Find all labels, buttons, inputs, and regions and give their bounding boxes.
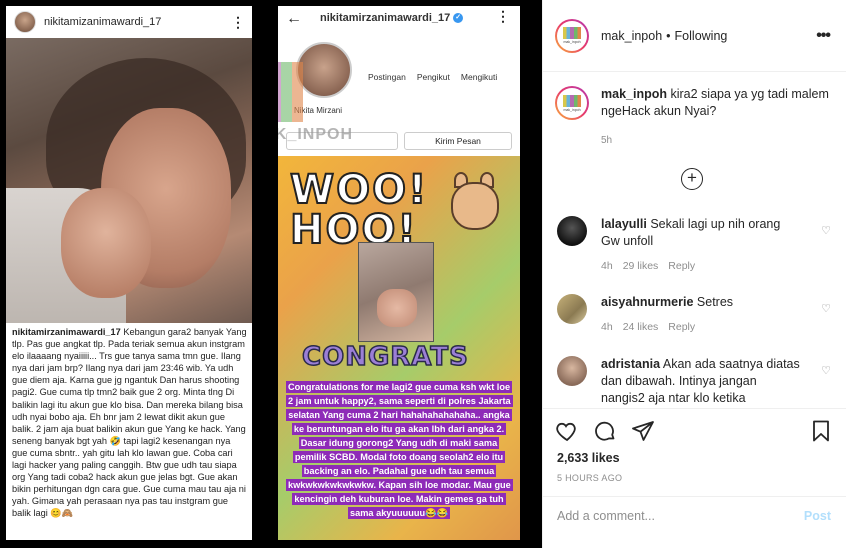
reply-button[interactable]: Reply	[668, 321, 695, 333]
load-more-comments-icon[interactable]: +	[681, 168, 703, 190]
add-comment-bar: Post	[543, 496, 846, 540]
comment-avatar[interactable]	[557, 356, 587, 386]
comment-likes[interactable]: 24 likes	[623, 321, 659, 333]
logo-icon	[563, 94, 581, 107]
story-text: Congratulations for me lagi2 gue cuma ks…	[286, 381, 513, 519]
post-header: mak_inpoh mak_inpoh • Following •••	[543, 0, 846, 72]
watermark-text: MAK_INPOH	[278, 126, 354, 143]
like-comment-heart-icon[interactable]: ♡	[821, 224, 831, 237]
profile-header: ← nikitamirzanimawardi_17 ✓ ⋮ Nikita Mirz…	[278, 6, 520, 156]
story-caption: nikitamirzanimawardi_17 Kebangun gara2 b…	[12, 326, 248, 520]
post-media[interactable]: nikitamizanimawardi_17 ⋮ nikitamirzanima…	[0, 0, 542, 548]
back-arrow-icon: ←	[286, 10, 302, 27]
more-options-icon: ⋮	[231, 13, 245, 30]
comment-age: 4h	[601, 260, 613, 272]
comment-likes[interactable]: 29 likes	[623, 260, 659, 272]
more-options-icon: ⋮	[496, 8, 510, 24]
comment-text: Setres	[696, 295, 734, 309]
reply-button[interactable]: Reply	[668, 260, 695, 272]
dog-sticker	[446, 168, 506, 238]
avatar	[14, 11, 36, 33]
comments-list[interactable]: lalayulli Sekali lagi up nih orang Gw un…	[543, 208, 846, 408]
comment-item: lalayulli Sekali lagi up nih orang Gw un…	[557, 216, 837, 275]
profile-avatar	[296, 42, 352, 98]
verified-badge-icon: ✓	[453, 13, 464, 24]
account-username[interactable]: mak_inpoh	[601, 29, 662, 43]
stat-following: Mengikuti	[460, 72, 498, 82]
caption-avatar[interactable]: mak_inpoh	[555, 86, 589, 120]
account-avatar[interactable]: mak_inpoh	[555, 18, 589, 53]
post-actions: 2,633 likes 5 HOURS AGO	[543, 408, 846, 504]
comments-panel: mak_inpoh mak_inpoh • Following ••• mak_in…	[542, 0, 846, 548]
like-heart-icon[interactable]	[555, 419, 579, 443]
comment-item: aisyahnurmerie Setres 4h 24 likes Reply ♡	[557, 294, 837, 336]
story-graphic: WOO! HOO! CONGRATS Congratulations for m…	[278, 156, 520, 540]
header-user: mak_inpoh • Following	[601, 28, 728, 43]
selfie-photo	[6, 38, 252, 323]
instagram-post-page: nikitamizanimawardi_17 ⋮ nikitamirzanima…	[0, 0, 846, 548]
comment-age: 4h	[601, 321, 613, 333]
comment-username[interactable]: aisyahnurmerie	[601, 295, 693, 309]
likes-count[interactable]: 2,633 likes	[557, 451, 620, 465]
bookmark-save-icon[interactable]	[809, 419, 833, 443]
share-send-icon[interactable]	[631, 419, 655, 443]
watermark-logo	[278, 62, 303, 122]
stat-followers: Pengikut	[416, 72, 450, 82]
caption-username[interactable]: mak_inpoh	[601, 87, 667, 101]
sticker-woo-hoo: WOO! HOO!	[289, 167, 429, 253]
profile-stats: Postingan Pengikut Mengikuti	[368, 72, 497, 82]
caption-time: 5h	[601, 135, 613, 146]
story-screenshot-right: ← nikitamirzanimawardi_17 ✓ ⋮ Nikita Mirz…	[278, 6, 520, 540]
congrats-text: CONGRATS	[301, 341, 469, 373]
like-comment-heart-icon[interactable]: ♡	[821, 302, 831, 315]
caption-username: nikitamirzanimawardi_17	[12, 327, 121, 337]
story-header: nikitamizanimawardi_17 ⋮	[6, 6, 252, 38]
stat-posts: Postingan	[368, 72, 406, 82]
post-caption: mak_inpoh mak_inpoh kira2 siapa ya yg ta…	[555, 86, 835, 149]
story-screenshot-left: nikitamizanimawardi_17 ⋮ nikitamirzanima…	[6, 6, 252, 540]
post-comment-button[interactable]: Post	[804, 509, 831, 523]
comment-username[interactable]: adristania	[601, 357, 660, 371]
story-username: nikitamizanimawardi_17	[44, 16, 162, 28]
comment-avatar[interactable]	[557, 294, 587, 324]
like-comment-heart-icon[interactable]: ♡	[821, 364, 831, 377]
more-options-icon[interactable]: •••	[816, 27, 831, 45]
comment-avatar[interactable]	[557, 216, 587, 246]
message-button: Kirim Pesan	[404, 132, 512, 150]
video-call-photo	[358, 242, 434, 342]
logo-icon	[563, 27, 581, 39]
post-timestamp[interactable]: 5 HOURS AGO	[557, 473, 622, 483]
comment-input[interactable]	[557, 509, 777, 523]
comment-bubble-icon[interactable]	[593, 419, 617, 443]
comment-item: adristania Akan ada saatnya diatas dan d…	[557, 356, 837, 407]
profile-username: nikitamirzanimawardi_17 ✓	[320, 12, 464, 24]
following-button[interactable]: Following	[675, 29, 728, 43]
comment-username[interactable]: lalayulli	[601, 217, 647, 231]
caption-text: Kebangun gara2 banyak Yang tlp. Pas gue …	[12, 327, 247, 519]
